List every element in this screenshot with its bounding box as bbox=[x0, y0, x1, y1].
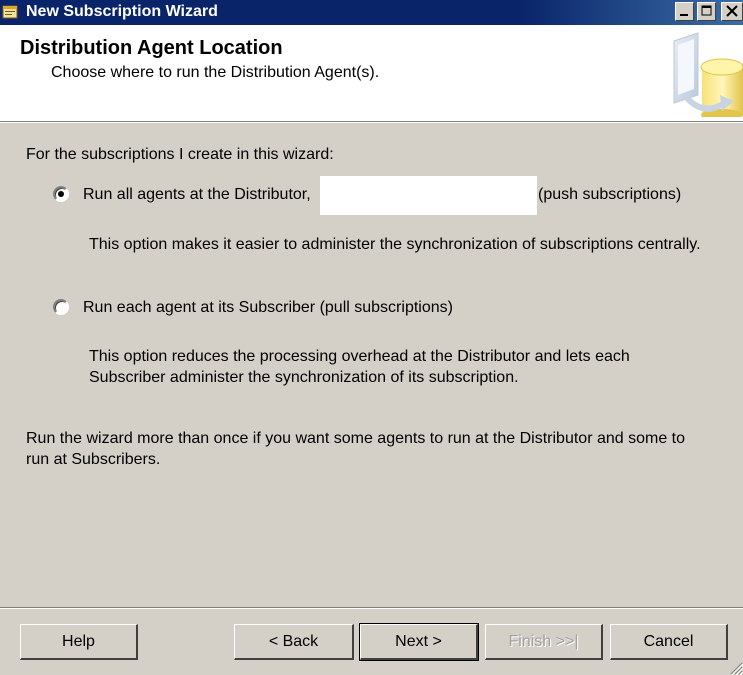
header-divider bbox=[0, 122, 743, 123]
pull-subscriptions-radio[interactable] bbox=[53, 299, 69, 315]
pull-option-description-line2: Subscriber administer the synchronizatio… bbox=[89, 369, 519, 386]
pull-option-label[interactable]: Run each agent at its Subscriber (pull s… bbox=[83, 299, 453, 317]
maximize-button[interactable] bbox=[697, 2, 716, 21]
close-icon bbox=[726, 5, 738, 17]
back-button[interactable]: < Back bbox=[234, 624, 354, 660]
close-button[interactable] bbox=[721, 2, 743, 21]
push-option-label-prefix[interactable]: Run all agents at the Distributor, bbox=[83, 186, 311, 204]
database-sync-icon bbox=[673, 32, 743, 117]
minimize-button[interactable] bbox=[675, 2, 694, 21]
page-subtitle: Choose where to run the Distribution Age… bbox=[51, 64, 380, 81]
footer-note-line1: Run the wizard more than once if you wan… bbox=[26, 430, 686, 447]
pull-option-description-line1: This option reduces the processing overh… bbox=[89, 348, 630, 365]
push-subscriptions-radio[interactable] bbox=[53, 186, 69, 202]
minimize-icon bbox=[680, 14, 688, 16]
help-button[interactable]: Help bbox=[20, 624, 138, 660]
button-bar-divider-highlight bbox=[0, 608, 743, 609]
distributor-name-field bbox=[320, 176, 537, 215]
maximize-icon bbox=[701, 5, 712, 16]
radio-selected-dot bbox=[58, 191, 64, 197]
title-bar[interactable]: New Subscription Wizard bbox=[0, 0, 743, 25]
footer-note-line2: run at Subscribers. bbox=[26, 451, 161, 468]
wizard-app-icon bbox=[2, 5, 18, 19]
push-option-description: This option makes it easier to administe… bbox=[89, 236, 701, 253]
cancel-button[interactable]: Cancel bbox=[610, 624, 728, 660]
finish-button[interactable]: Finish >>| bbox=[485, 624, 603, 660]
next-button[interactable]: Next > bbox=[359, 623, 479, 661]
intro-text: For the subscriptions I create in this w… bbox=[26, 146, 334, 163]
push-option-label-suffix[interactable]: (push subscriptions) bbox=[538, 186, 681, 204]
wizard-header: Distribution Agent Location Choose where… bbox=[0, 25, 743, 122]
resize-grip-icon[interactable] bbox=[727, 659, 743, 675]
window-title: New Subscription Wizard bbox=[26, 3, 218, 20]
page-title: Distribution Agent Location bbox=[20, 37, 283, 59]
